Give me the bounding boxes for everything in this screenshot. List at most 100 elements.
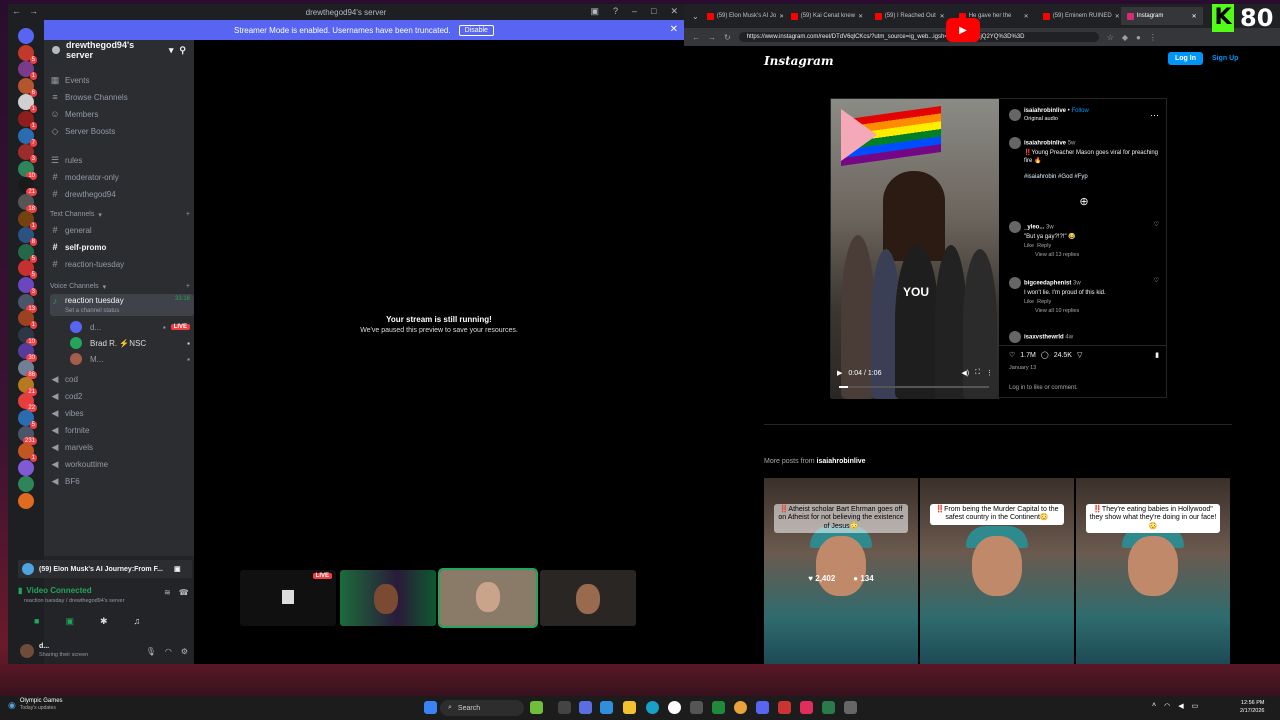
server-icon[interactable]: 13 <box>18 293 37 313</box>
app-icon[interactable] <box>778 701 791 714</box>
xbox-icon[interactable] <box>712 701 725 714</box>
hashtags[interactable]: #isaiahrobin #God #Fyp <box>1009 173 1159 181</box>
voice-channel-workouttime[interactable]: ◀ workouttime <box>50 457 190 471</box>
browser-tab[interactable]: (59) Elon Musk's AI Jo ✕ <box>701 7 783 25</box>
like-link[interactable]: Like <box>1024 243 1034 249</box>
server-icon[interactable]: 1 <box>18 94 37 114</box>
activity-bar[interactable]: (59) Elon Musk's AI Journey:From F... ▣ <box>18 560 192 578</box>
browser-icon[interactable] <box>646 701 659 714</box>
play-icon[interactable]: ▶ <box>837 369 842 377</box>
channel-reaction-tuesday[interactable]: # reaction-tuesday <box>50 257 190 271</box>
server-icon[interactable]: 6 <box>18 77 37 97</box>
close-tab-icon[interactable]: ✕ <box>1115 13 1119 20</box>
view-replies-link[interactable]: View all 10 replies <box>1009 308 1079 314</box>
task-view-icon[interactable] <box>558 701 571 714</box>
camera-button[interactable]: ■ <box>34 616 39 627</box>
activities-button[interactable]: ✱ <box>100 616 108 627</box>
server-icon[interactable]: 21 <box>18 177 37 197</box>
chrome-icon[interactable] <box>734 701 747 714</box>
voice-user[interactable]: Brad R. ⚡NSC ▪ <box>70 336 190 350</box>
signup-link[interactable]: Sign Up <box>1212 55 1238 62</box>
chat-icon[interactable] <box>579 701 592 714</box>
close-tab-icon[interactable]: ✕ <box>1024 13 1029 20</box>
comment-user[interactable]: _yleo... <box>1024 225 1044 231</box>
invite-icon[interactable]: ⚲ <box>179 45 186 56</box>
server-icon[interactable]: 86 <box>18 360 37 379</box>
server-icon[interactable]: 22 <box>18 393 37 413</box>
server-icon[interactable]: 1 <box>18 111 37 130</box>
voice-channel-bf6[interactable]: ◀ BF6 <box>50 474 190 488</box>
disable-streamer-button[interactable]: Disable <box>458 24 494 36</box>
disconnect-icon[interactable]: ☎ <box>179 588 189 597</box>
video-progress-bar[interactable] <box>839 386 989 388</box>
login-button[interactable]: Log In <box>1168 52 1203 65</box>
voice-user[interactable]: M... ▪ <box>70 352 190 366</box>
channel-drewthegod94[interactable]: # drewthegod94 <box>50 187 190 201</box>
close-tab-icon[interactable]: ✕ <box>1192 13 1197 20</box>
browse-channels-item[interactable]: ≡ Browse Channels <box>50 90 190 104</box>
server-icon[interactable] <box>18 28 34 44</box>
post-thumbnail[interactable]: ‼️From being the Murder Capital to the s… <box>920 478 1074 664</box>
heart-icon[interactable]: ♡ <box>1154 221 1159 230</box>
heart-icon[interactable]: ♡ <box>1009 351 1015 359</box>
server-boosts-item[interactable]: ◇ Server Boosts <box>50 124 190 138</box>
headset-icon[interactable]: ◠ <box>165 647 172 656</box>
forward-arrow-icon[interactable]: → <box>29 6 38 16</box>
participant-tile[interactable] <box>438 568 538 628</box>
close-button[interactable]: ✕ <box>670 6 678 17</box>
voice-channels-category[interactable]: Voice Channels ▾ + <box>50 283 190 291</box>
server-icon[interactable]: 1 <box>18 210 37 230</box>
follow-link[interactable]: Follow <box>1071 108 1088 114</box>
author-name[interactable]: isaiahrobinlive <box>1024 108 1066 114</box>
server-icon[interactable]: 3 <box>18 144 37 164</box>
clock[interactable]: 12:56 PM 2/17/2026 <box>1240 699 1264 715</box>
post-thumbnail[interactable]: ‼️Atheist scholar Bart Ehrman goes off o… <box>764 478 918 664</box>
more-options-icon[interactable]: ⋯ <box>1150 110 1159 121</box>
server-icon[interactable]: 5 <box>18 243 37 263</box>
volume-icon[interactable]: ◀) <box>961 369 969 377</box>
share-icon[interactable]: ▽ <box>1077 351 1082 359</box>
file-explorer-icon[interactable] <box>623 701 636 714</box>
server-icon[interactable]: 5 <box>18 44 37 64</box>
help-icon[interactable]: ? <box>613 6 618 17</box>
server-icon[interactable]: 3 <box>18 277 37 296</box>
server-icon[interactable] <box>18 492 34 509</box>
login-prompt[interactable]: Log in to like or comment. <box>1009 385 1159 391</box>
settings-gear-icon[interactable]: ⚙ <box>181 647 188 656</box>
voice-channel-marvels[interactable]: ◀ marvels <box>50 440 190 454</box>
screen-share-button[interactable]: ▣ <box>65 616 74 627</box>
server-icon[interactable]: 1 <box>18 310 37 330</box>
channel-rules[interactable]: ☰ rules <box>50 153 190 167</box>
add-circle-icon[interactable]: ⊕ <box>1009 195 1159 208</box>
close-tab-icon[interactable]: ✕ <box>940 13 945 20</box>
browser-tab[interactable]: (59) I Reached Out ✕ <box>869 7 951 25</box>
server-icon[interactable]: 10 <box>18 160 37 180</box>
edge-icon[interactable] <box>600 701 613 714</box>
voice-channel-vibes[interactable]: ◀ vibes <box>50 406 190 420</box>
close-tab-icon[interactable]: ✕ <box>858 13 863 20</box>
voice-channel-cod2[interactable]: ◀ cod2 <box>50 389 190 403</box>
participant-tile[interactable] <box>340 570 436 626</box>
extensions-icon[interactable]: ◆ <box>1122 33 1128 42</box>
bookmark-icon[interactable]: ▮ <box>1155 351 1159 359</box>
forward-arrow-icon[interactable]: → <box>708 33 716 42</box>
tab-search-icon[interactable]: ⌄ <box>692 12 699 21</box>
inbox-icon[interactable]: ▣ <box>590 6 599 17</box>
taskbar-search[interactable]: ⌕ Search <box>440 700 524 716</box>
widgets-icon[interactable] <box>530 701 543 714</box>
close-banner-icon[interactable]: ✕ <box>670 24 678 35</box>
voice-channel-cod[interactable]: ◀ cod <box>50 372 190 386</box>
app-icon[interactable] <box>668 701 681 714</box>
soundboard-button[interactable]: ♫ <box>134 616 141 627</box>
comment-user[interactable]: isaxvsthewrld <box>1024 335 1064 341</box>
server-icon[interactable]: 21 <box>18 376 37 396</box>
activity-options-icon[interactable]: ▣ <box>174 565 181 573</box>
caption-author[interactable]: isaiahrobinlive <box>1024 141 1066 147</box>
server-icon[interactable]: 7 <box>18 127 37 147</box>
app-icon[interactable] <box>822 701 835 714</box>
audio-label[interactable]: Original audio <box>1024 115 1089 123</box>
browser-tab[interactable]: (59) Kai Cenat knew ✕ <box>785 7 867 25</box>
avatar[interactable] <box>1009 221 1021 233</box>
avatar[interactable] <box>1009 109 1021 121</box>
voice-channel-reaction-tuesday[interactable]: ♪ reaction tuesday Set a channel status … <box>50 294 194 316</box>
